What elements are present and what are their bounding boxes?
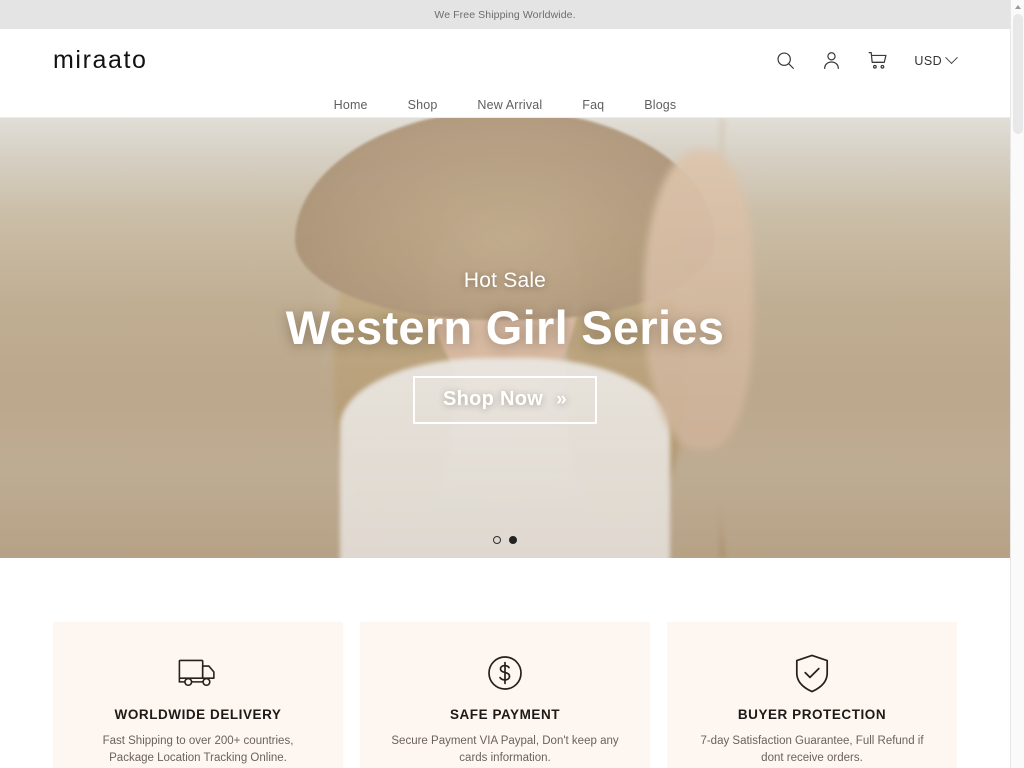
chevron-down-icon <box>945 51 958 65</box>
site-header: miraato USD <box>0 29 1010 92</box>
feature-card-safe-payment: SAFE PAYMENT Secure Payment VIA Paypal, … <box>360 622 650 768</box>
nav-item-shop[interactable]: Shop <box>388 98 458 112</box>
feature-card-buyer-protection: BUYER PROTECTION 7-day Satisfaction Guar… <box>667 622 957 768</box>
feature-description: Fast Shipping to over 200+ countries, Pa… <box>102 735 294 765</box>
feature-title: SAFE PAYMENT <box>449 707 561 722</box>
nav-item-new-arrival[interactable]: New Arrival <box>457 98 562 112</box>
features-section: WORLDWIDE DELIVERY Fast Shipping to over… <box>0 558 1010 768</box>
scrollbar-thumb[interactable] <box>1013 14 1023 134</box>
carousel-dot-1[interactable] <box>493 536 501 544</box>
feature-description: Secure Payment VIA Paypal, Don't keep an… <box>391 735 619 765</box>
truck-icon <box>75 652 321 694</box>
nav-item-blogs[interactable]: Blogs <box>624 98 696 112</box>
shield-check-icon <box>689 652 935 694</box>
double-chevron-right-icon: » <box>556 388 568 410</box>
nav-item-faq[interactable]: Faq <box>562 98 624 112</box>
search-icon[interactable] <box>772 48 798 74</box>
feature-card-worldwide-delivery: WORLDWIDE DELIVERY Fast Shipping to over… <box>53 622 343 768</box>
feature-title: WORLDWIDE DELIVERY <box>114 707 282 722</box>
hero-carousel[interactable]: Hot Sale Western Girl Series Shop Now » <box>0 118 1010 558</box>
features-row: WORLDWIDE DELIVERY Fast Shipping to over… <box>53 622 957 768</box>
scroll-up-arrow-icon[interactable] <box>1011 0 1024 14</box>
dollar-circle-icon <box>382 652 628 694</box>
carousel-dot-2[interactable] <box>509 536 517 544</box>
hero-eyebrow: Hot Sale <box>463 269 547 292</box>
feature-description: 7-day Satisfaction Guarantee, Full Refun… <box>700 735 924 765</box>
shop-now-label: Shop Now <box>442 387 544 410</box>
shop-now-button[interactable]: Shop Now » <box>412 375 598 424</box>
page-scrollbar[interactable] <box>1010 0 1024 768</box>
cart-icon[interactable] <box>864 48 890 74</box>
user-icon[interactable] <box>818 48 844 74</box>
header-actions: USD <box>772 48 958 74</box>
main-navigation: Home Shop New Arrival Faq Blogs <box>0 92 1010 118</box>
hero-title: Western Girl Series <box>285 301 725 354</box>
hero-content: Hot Sale Western Girl Series Shop Now » <box>0 118 1010 558</box>
currency-selector[interactable]: USD <box>914 51 958 68</box>
page-viewport: We Free Shipping Worldwide. miraato USD … <box>0 0 1010 768</box>
nav-item-home[interactable]: Home <box>314 98 388 112</box>
site-logo[interactable]: miraato <box>53 48 148 73</box>
carousel-dots <box>493 536 517 544</box>
currency-label: USD <box>914 53 942 68</box>
announcement-text: We Free Shipping Worldwide. <box>434 8 576 21</box>
announcement-bar: We Free Shipping Worldwide. <box>0 0 1010 29</box>
feature-title: BUYER PROTECTION <box>737 707 887 722</box>
